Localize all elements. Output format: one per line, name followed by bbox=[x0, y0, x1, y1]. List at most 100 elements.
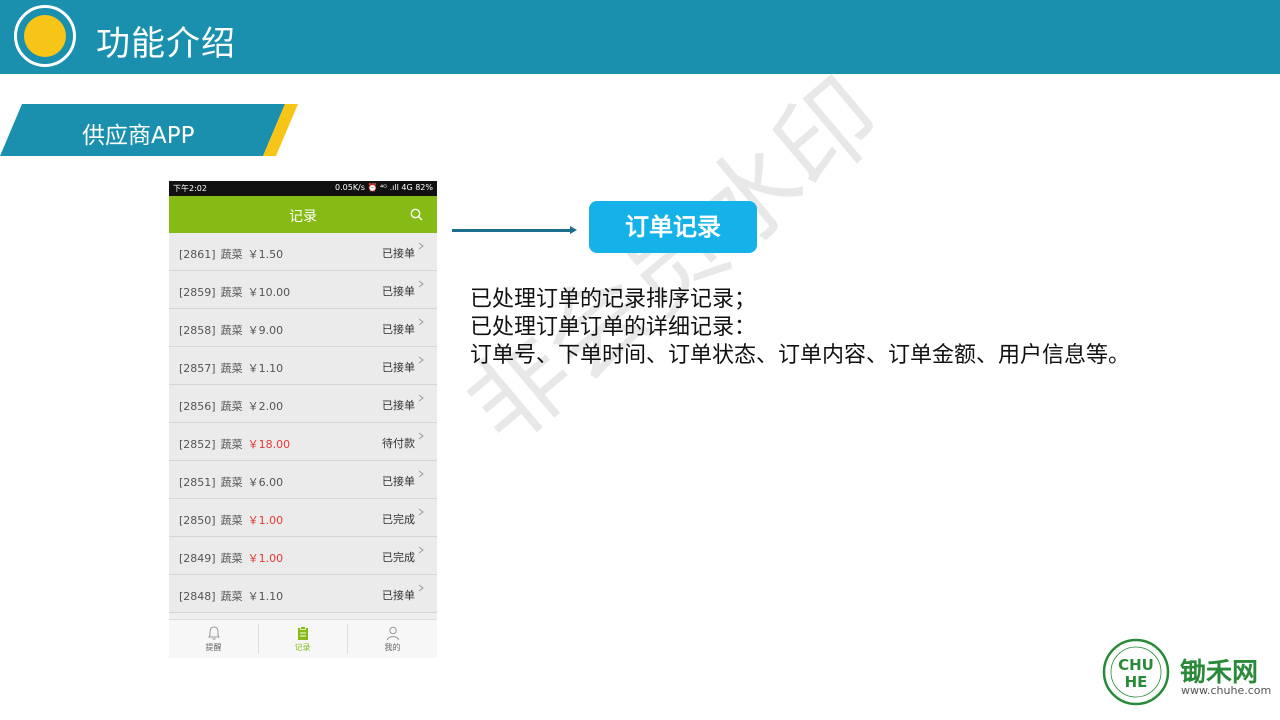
order-item-name: 蔬菜 bbox=[220, 552, 243, 565]
order-price: ￥1.10 bbox=[247, 590, 284, 603]
order-summary: [2857] 蔬菜 ￥1.10 bbox=[179, 360, 283, 376]
order-price: ￥1.50 bbox=[247, 248, 284, 261]
chevron-right-icon bbox=[418, 584, 424, 592]
svg-text:CHU: CHU bbox=[1118, 656, 1154, 674]
order-item-name: 蔬菜 bbox=[220, 400, 243, 413]
description-line: 已处理订单订单的详细记录： bbox=[470, 315, 757, 340]
order-id: [2851] bbox=[179, 476, 216, 489]
status-indicators: 0.05K/s ⏰ ⁴ᴳ .ıll 4G 82% bbox=[335, 183, 433, 192]
order-status: 已接单 bbox=[382, 589, 415, 602]
order-id: [2852] bbox=[179, 438, 216, 451]
tab-records-label: 记录 bbox=[294, 643, 311, 652]
description: 已处理订单的记录排序记录； 已处理订单订单的详细记录： 订单号、下单时间、订单状… bbox=[470, 286, 1130, 370]
section-label: 供应商APP bbox=[82, 123, 195, 149]
chevron-right-icon bbox=[418, 356, 424, 364]
tab-mine-label: 我的 bbox=[384, 643, 401, 652]
tab-mine[interactable]: 我的 bbox=[348, 620, 437, 658]
order-price: ￥9.00 bbox=[247, 324, 284, 337]
chevron-right-icon bbox=[418, 242, 424, 250]
order-row[interactable]: [2848] 蔬菜 ￥1.10 已接单 bbox=[169, 575, 437, 613]
order-list: [2861] 蔬菜 ￥1.50 已接单 [2859] 蔬菜 ￥10.00 已接单 [2858] 蔬… bbox=[169, 233, 437, 613]
order-summary: [2848] 蔬菜 ￥1.10 bbox=[179, 588, 283, 604]
order-row[interactable]: [2849] 蔬菜 ￥1.00 已完成 bbox=[169, 537, 437, 575]
order-item-name: 蔬菜 bbox=[220, 248, 243, 261]
order-summary: [2858] 蔬菜 ￥9.00 bbox=[179, 322, 283, 338]
user-icon bbox=[386, 626, 399, 641]
order-id: [2858] bbox=[179, 324, 216, 337]
chevron-right-icon bbox=[418, 318, 424, 326]
order-item-name: 蔬菜 bbox=[220, 362, 243, 375]
order-row[interactable]: [2850] 蔬菜 ￥1.00 已完成 bbox=[169, 499, 437, 537]
bell-icon bbox=[207, 626, 220, 640]
order-summary: [2852] 蔬菜 ￥18.00 bbox=[179, 436, 290, 452]
sun-badge-icon bbox=[14, 5, 76, 67]
order-item-name: 蔬菜 bbox=[220, 514, 243, 527]
order-status: 已完成 bbox=[382, 513, 415, 526]
order-summary: [2859] 蔬菜 ￥10.00 bbox=[179, 284, 290, 300]
order-row[interactable]: [2856] 蔬菜 ￥2.00 已接单 bbox=[169, 385, 437, 423]
tab-reminder-label: 提醒 bbox=[205, 643, 222, 652]
order-summary: [2851] 蔬菜 ￥6.00 bbox=[179, 474, 283, 490]
tab-records[interactable]: 记录 bbox=[258, 620, 347, 658]
slide-title: 功能介绍 bbox=[96, 24, 236, 64]
order-id: [2861] bbox=[179, 248, 216, 261]
app-bar: 记录 bbox=[169, 196, 437, 233]
title-bar: 功能介绍 bbox=[0, 0, 1280, 74]
order-id: [2850] bbox=[179, 514, 216, 527]
chevron-right-icon bbox=[418, 470, 424, 478]
chevron-right-icon bbox=[418, 280, 424, 288]
order-item-name: 蔬菜 bbox=[220, 324, 243, 337]
logo-url: www.chuhe.com bbox=[1181, 684, 1272, 697]
app-bar-title: 记录 bbox=[289, 209, 317, 225]
order-status: 已接单 bbox=[382, 399, 415, 412]
order-id: [2849] bbox=[179, 552, 216, 565]
order-price: ￥10.00 bbox=[247, 286, 291, 299]
chevron-right-icon bbox=[418, 394, 424, 402]
pointer-arrow-line bbox=[452, 229, 572, 232]
tab-bar: 提醒 记录 我的 bbox=[169, 619, 437, 658]
phone-screenshot: 下午2:02 0.05K/s ⏰ ⁴ᴳ .ıll 4G 82% 记录 [2861… bbox=[169, 181, 437, 658]
order-item-name: 蔬菜 bbox=[220, 590, 243, 603]
order-row[interactable]: [2859] 蔬菜 ￥10.00 已接单 bbox=[169, 271, 437, 309]
order-status: 已接单 bbox=[382, 361, 415, 374]
order-id: [2856] bbox=[179, 400, 216, 413]
chuhe-logo-icon: CHU HE bbox=[1102, 638, 1170, 706]
arrow-head-icon bbox=[570, 226, 577, 234]
order-summary: [2856] 蔬菜 ￥2.00 bbox=[179, 398, 283, 414]
order-row[interactable]: [2851] 蔬菜 ￥6.00 已接单 bbox=[169, 461, 437, 499]
order-price: ￥1.00 bbox=[247, 514, 284, 527]
watermark-text: 非会员水印 bbox=[444, 56, 904, 468]
svg-text:HE: HE bbox=[1125, 673, 1148, 691]
order-id: [2859] bbox=[179, 286, 216, 299]
order-price: ￥2.00 bbox=[247, 400, 284, 413]
order-row[interactable]: [2861] 蔬菜 ￥1.50 已接单 bbox=[169, 233, 437, 271]
order-row[interactable]: [2858] 蔬菜 ￥9.00 已接单 bbox=[169, 309, 437, 347]
order-status: 已接单 bbox=[382, 323, 415, 336]
order-row[interactable]: [2857] 蔬菜 ￥1.10 已接单 bbox=[169, 347, 437, 385]
status-time: 下午2:02 bbox=[173, 184, 207, 193]
tab-reminder[interactable]: 提醒 bbox=[169, 620, 258, 658]
order-status: 已接单 bbox=[382, 475, 415, 488]
order-price: ￥1.00 bbox=[247, 552, 284, 565]
order-id: [2857] bbox=[179, 362, 216, 375]
chevron-right-icon bbox=[418, 432, 424, 440]
order-row[interactable]: [2852] 蔬菜 ￥18.00 待付款 bbox=[169, 423, 437, 461]
order-summary: [2861] 蔬菜 ￥1.50 bbox=[179, 246, 283, 262]
order-summary: [2850] 蔬菜 ￥1.00 bbox=[179, 512, 283, 528]
chevron-right-icon bbox=[418, 508, 424, 516]
search-icon[interactable] bbox=[410, 208, 423, 221]
order-status: 待付款 bbox=[382, 437, 415, 450]
order-summary: [2849] 蔬菜 ￥1.00 bbox=[179, 550, 283, 566]
order-price: ￥6.00 bbox=[247, 476, 284, 489]
order-id: [2848] bbox=[179, 590, 216, 603]
order-price: ￥18.00 bbox=[247, 438, 291, 451]
description-line: 订单号、下单时间、订单状态、订单内容、订单金额、用户信息等。 bbox=[470, 343, 1131, 368]
order-status: 已接单 bbox=[382, 285, 415, 298]
chevron-right-icon bbox=[418, 546, 424, 554]
callout-label: 订单记录 bbox=[589, 201, 757, 253]
order-item-name: 蔬菜 bbox=[220, 286, 243, 299]
order-status: 已完成 bbox=[382, 551, 415, 564]
order-price: ￥1.10 bbox=[247, 362, 284, 375]
order-status: 已接单 bbox=[382, 247, 415, 260]
description-line: 已处理订单的记录排序记录； bbox=[470, 287, 757, 312]
